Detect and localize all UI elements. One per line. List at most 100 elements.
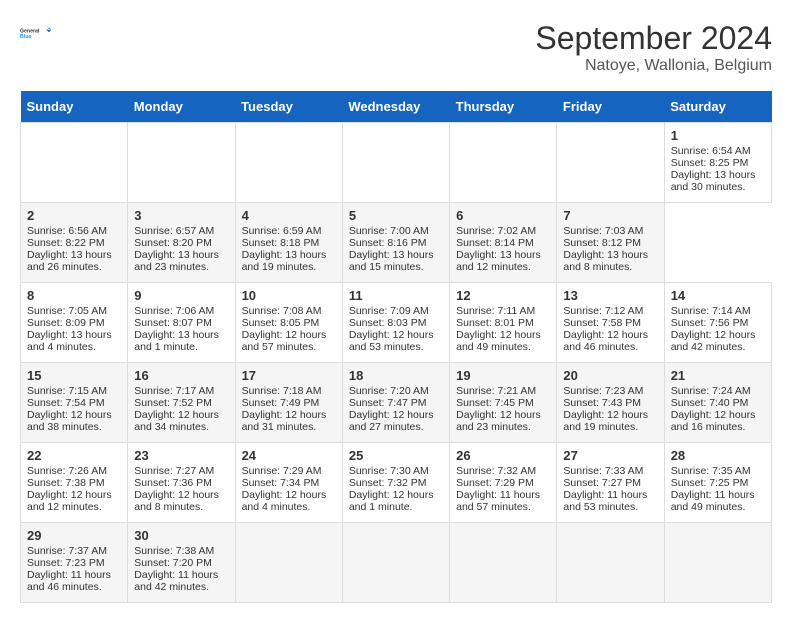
daylight-text: Daylight: 12 hours and 4 minutes. [242,489,336,513]
day-number: 8 [27,288,121,303]
sunset-text: Sunset: 7:58 PM [563,317,657,329]
sunset-text: Sunset: 7:45 PM [456,397,550,409]
daylight-text: Daylight: 13 hours and 23 minutes. [134,249,228,273]
sunrise-text: Sunrise: 7:06 AM [134,305,228,317]
sunset-text: Sunset: 7:52 PM [134,397,228,409]
day-number: 14 [671,288,765,303]
calendar-cell: 7Sunrise: 7:03 AMSunset: 8:12 PMDaylight… [557,203,664,283]
sunrise-text: Sunrise: 7:26 AM [27,465,121,477]
sunrise-text: Sunrise: 7:05 AM [27,305,121,317]
daylight-text: Daylight: 13 hours and 8 minutes. [563,249,657,273]
sunrise-text: Sunrise: 7:23 AM [563,385,657,397]
sunrise-text: Sunrise: 6:56 AM [27,225,121,237]
sunrise-text: Sunrise: 7:08 AM [242,305,336,317]
sunrise-text: Sunrise: 6:54 AM [671,145,765,157]
calendar-cell: 20Sunrise: 7:23 AMSunset: 7:43 PMDayligh… [557,363,664,443]
calendar-cell: 2Sunrise: 6:56 AMSunset: 8:22 PMDaylight… [21,203,128,283]
calendar-cell: 21Sunrise: 7:24 AMSunset: 7:40 PMDayligh… [664,363,771,443]
daylight-text: Daylight: 13 hours and 15 minutes. [349,249,443,273]
daylight-text: Daylight: 12 hours and 57 minutes. [242,329,336,353]
calendar-cell: 17Sunrise: 7:18 AMSunset: 7:49 PMDayligh… [235,363,342,443]
sunset-text: Sunset: 8:03 PM [349,317,443,329]
sunrise-text: Sunrise: 7:30 AM [349,465,443,477]
sunset-text: Sunset: 8:07 PM [134,317,228,329]
calendar-cell: 27 Sunrise: 7:33 AMSunset: 7:27 PMDayligh… [557,443,664,523]
sunrise-text: Sunrise: 7:35 AM [671,465,765,477]
sunrise-text: Sunrise: 7:18 AM [242,385,336,397]
sunrise-text: Sunrise: 7:14 AM [671,305,765,317]
sunrise-text: Sunrise: 7:02 AM [456,225,550,237]
daylight-text: Daylight: 12 hours and 12 minutes. [27,489,121,513]
sunset-text: Sunset: 8:05 PM [242,317,336,329]
day-number: 24 [242,448,336,463]
daylight-text: Daylight: 12 hours and 46 minutes. [563,329,657,353]
calendar-cell [235,523,342,603]
calendar-cell [21,123,128,203]
sunrise-text: Sunrise: 7:11 AM [456,305,550,317]
sunrise-text: Sunrise: 7:20 AM [349,385,443,397]
sunset-text: Sunset: 7:27 PM [563,477,657,489]
calendar-cell: 6Sunrise: 7:02 AMSunset: 8:14 PMDaylight… [450,203,557,283]
col-thursday: Thursday [450,91,557,123]
daylight-text: Daylight: 13 hours and 12 minutes. [456,249,550,273]
page-header: General Blue September 2024 Natoye, Wall… [20,20,772,75]
day-number: 23 [134,448,228,463]
day-number: 7 [563,208,657,223]
daylight-text: Daylight: 11 hours and 42 minutes. [134,569,228,593]
sunset-text: Sunset: 7:34 PM [242,477,336,489]
calendar-cell [342,123,449,203]
calendar-cell [664,523,771,603]
daylight-text: Daylight: 11 hours and 53 minutes. [563,489,657,513]
sunrise-text: Sunrise: 7:33 AM [563,465,657,477]
day-number: 1 [671,128,765,143]
calendar-cell: 26Sunrise: 7:32 AMSunset: 7:29 PMDayligh… [450,443,557,523]
day-number: 21 [671,368,765,383]
daylight-text: Daylight: 12 hours and 8 minutes. [134,489,228,513]
sunrise-text: Sunrise: 7:29 AM [242,465,336,477]
daylight-text: Daylight: 12 hours and 16 minutes. [671,409,765,433]
col-tuesday: Tuesday [235,91,342,123]
sunset-text: Sunset: 7:36 PM [134,477,228,489]
sunrise-text: Sunrise: 7:00 AM [349,225,443,237]
day-number: 20 [563,368,657,383]
sunset-text: Sunset: 8:16 PM [349,237,443,249]
day-number: 30 [134,528,228,543]
sunrise-text: Sunrise: 7:21 AM [456,385,550,397]
daylight-text: Daylight: 12 hours and 34 minutes. [134,409,228,433]
day-number: 12 [456,288,550,303]
calendar-week-row: 1Sunrise: 6:54 AMSunset: 8:25 PMDaylight… [21,123,772,203]
svg-text:Blue: Blue [20,34,31,40]
daylight-text: Daylight: 13 hours and 1 minute. [134,329,228,353]
day-number: 27 [563,448,657,463]
daylight-text: Daylight: 13 hours and 30 minutes. [671,169,765,193]
calendar-cell: 13Sunrise: 7:12 AMSunset: 7:58 PMDayligh… [557,283,664,363]
calendar-week-row: 8Sunrise: 7:05 AMSunset: 8:09 PMDaylight… [21,283,772,363]
calendar-cell: 30Sunrise: 7:38 AMSunset: 7:20 PMDayligh… [128,523,235,603]
day-number: 15 [27,368,121,383]
calendar-week-row: 22Sunrise: 7:26 AMSunset: 7:38 PMDayligh… [21,443,772,523]
day-number: 25 [349,448,443,463]
daylight-text: Daylight: 12 hours and 31 minutes. [242,409,336,433]
sunrise-text: Sunrise: 7:37 AM [27,545,121,557]
day-number: 9 [134,288,228,303]
calendar-cell: 23Sunrise: 7:27 AMSunset: 7:36 PMDayligh… [128,443,235,523]
daylight-text: Daylight: 12 hours and 27 minutes. [349,409,443,433]
col-monday: Monday [128,91,235,123]
sunrise-text: Sunrise: 7:17 AM [134,385,228,397]
sunset-text: Sunset: 8:20 PM [134,237,228,249]
day-number: 22 [27,448,121,463]
sunset-text: Sunset: 8:18 PM [242,237,336,249]
calendar-cell: 5Sunrise: 7:00 AMSunset: 8:16 PMDaylight… [342,203,449,283]
daylight-text: Daylight: 11 hours and 57 minutes. [456,489,550,513]
sunset-text: Sunset: 7:47 PM [349,397,443,409]
calendar-cell: 16Sunrise: 7:17 AMSunset: 7:52 PMDayligh… [128,363,235,443]
sunrise-text: Sunrise: 7:15 AM [27,385,121,397]
day-number: 10 [242,288,336,303]
calendar-cell: 14Sunrise: 7:14 AMSunset: 7:56 PMDayligh… [664,283,771,363]
calendar-cell: 18Sunrise: 7:20 AMSunset: 7:47 PMDayligh… [342,363,449,443]
daylight-text: Daylight: 11 hours and 49 minutes. [671,489,765,513]
location-subtitle: Natoye, Wallonia, Belgium [535,57,772,75]
daylight-text: Daylight: 12 hours and 49 minutes. [456,329,550,353]
calendar-cell [342,523,449,603]
sunset-text: Sunset: 7:56 PM [671,317,765,329]
